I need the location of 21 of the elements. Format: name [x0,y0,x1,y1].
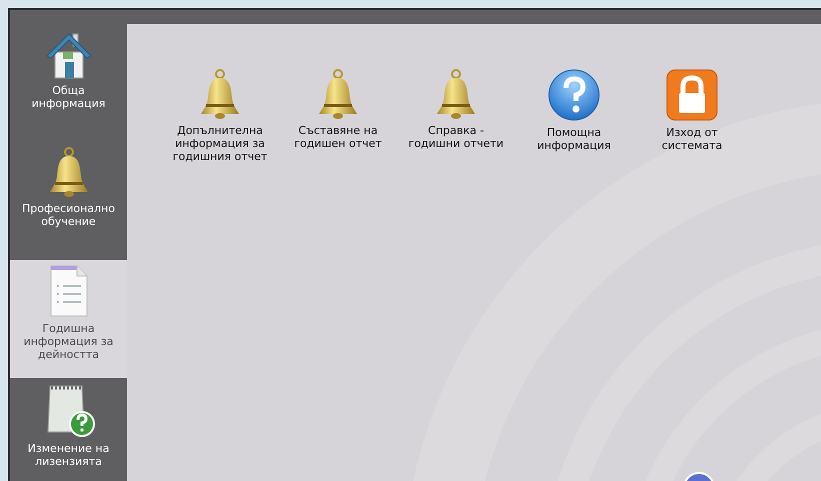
shortcut-label: Съставяне на годишен отчет [293,124,383,150]
desktop-shortcut[interactable]: Изход от системата [633,68,751,163]
desktop-shortcut[interactable]: Съставяне на годишен отчет [279,68,397,163]
desktop-shortcut[interactable]: Справка - годишни отчети [397,68,515,163]
shortcut-label: Помощна информация [536,126,612,152]
bell-icon [198,68,242,120]
shortcut-label: Справка - годишни отчети [407,124,505,150]
sidebar-item-label: Професионално обучение [21,202,116,228]
sidebar-item[interactable]: Годишна информация за дейността [10,260,127,378]
desktop-shortcut[interactable]: Допълнителна информация за годишния отчет [161,68,279,163]
bell-icon [434,68,478,120]
lock-icon [665,68,719,122]
sidebar-item-label: Изменение на лизензията [26,442,110,468]
sidebar-item-label: Годишна информация за дейността [22,322,114,361]
shortcut-label: Допълнителна информация за годишния отчет [172,124,268,163]
help-icon [547,68,601,122]
bell-icon [316,68,360,120]
orb-icon [683,472,715,481]
sidebar-item-label: Обща информация [30,84,106,110]
shortcut-label: Изход от системата [660,126,724,152]
desktop-shortcut[interactable]: Помощна информация [515,68,633,163]
